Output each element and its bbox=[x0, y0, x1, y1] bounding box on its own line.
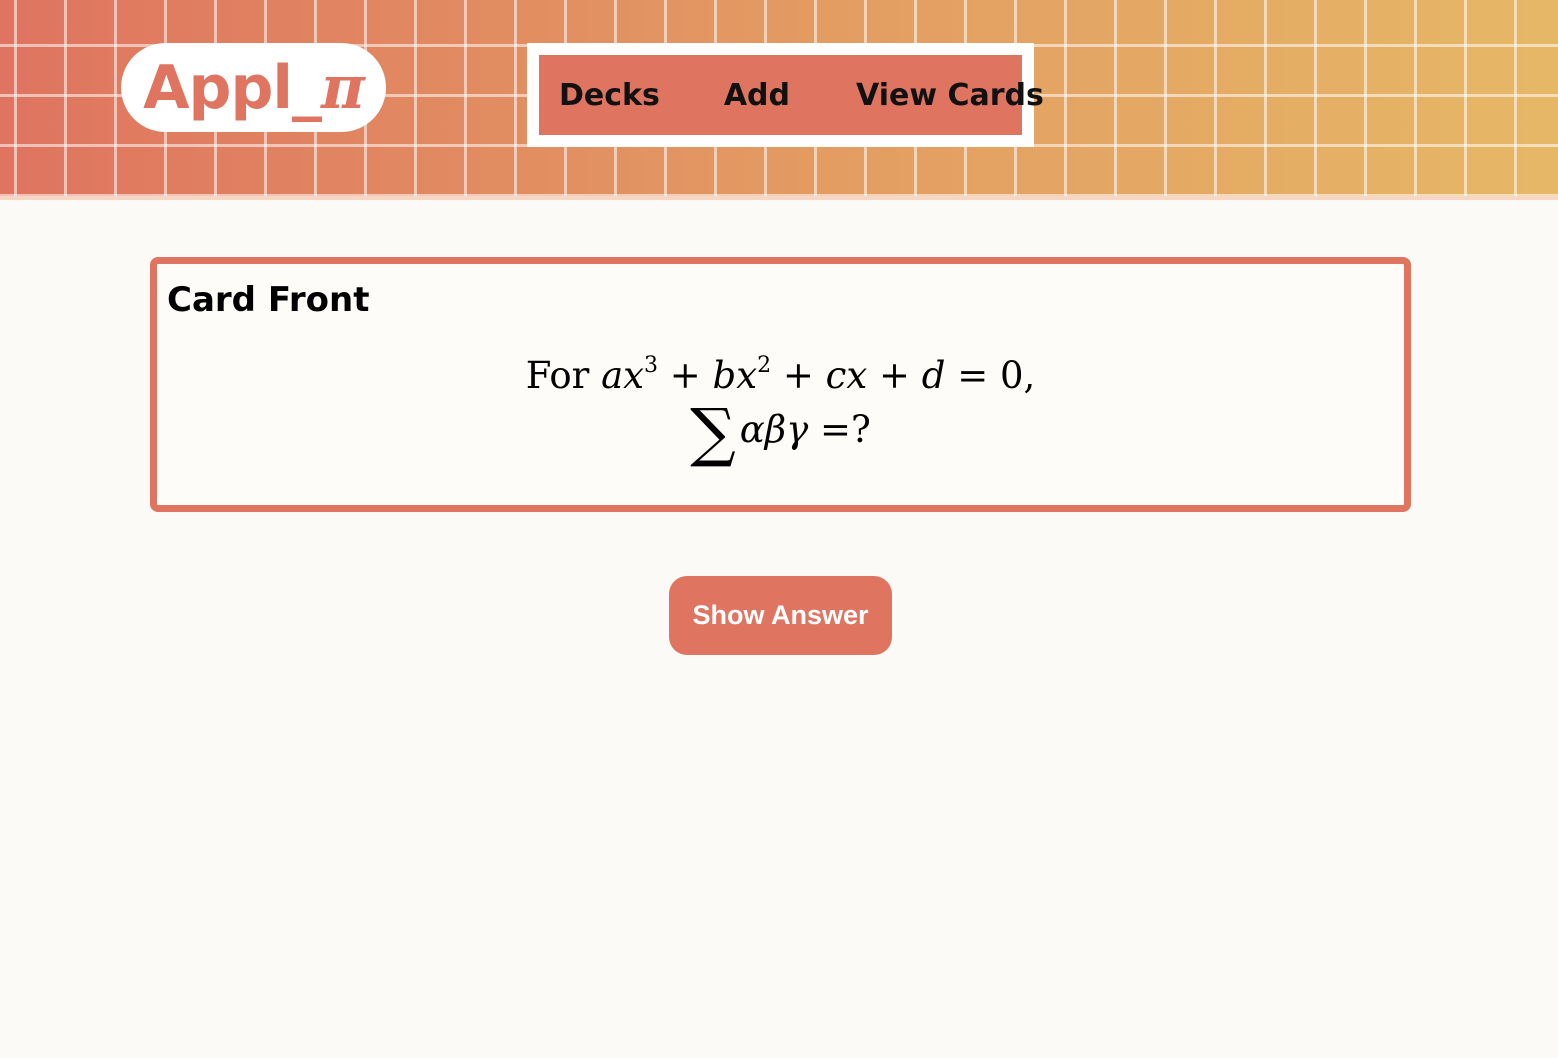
sigma-symbol: ∑ bbox=[690, 396, 736, 470]
show-answer-button[interactable]: Show Answer bbox=[669, 576, 892, 655]
question-word: For bbox=[525, 354, 590, 397]
card-title: Card Front bbox=[167, 280, 370, 320]
nav-item-decks[interactable]: Decks bbox=[559, 78, 660, 113]
card-front-panel: Card Front For ax3 + bx2 + cx + d = 0, ∑… bbox=[150, 257, 1411, 512]
question-line-1: For ax3 + bx2 + cx + d = 0, bbox=[525, 353, 1036, 397]
logo-text: Appl_ bbox=[143, 52, 322, 123]
nav-item-view-cards[interactable]: View Cards bbox=[856, 78, 1044, 113]
question-line-2: ∑ αβγ =? bbox=[690, 396, 871, 470]
nav-item-add[interactable]: Add bbox=[724, 78, 790, 113]
logo-pi-symbol: π bbox=[320, 52, 365, 123]
nav-bar: Decks Add View Cards bbox=[527, 43, 1044, 147]
app-logo[interactable]: Appl_ π bbox=[121, 43, 386, 132]
nav-menu: Decks Add View Cards bbox=[539, 55, 1044, 135]
app-header: Appl_ π Decks Add View Cards bbox=[0, 0, 1558, 200]
